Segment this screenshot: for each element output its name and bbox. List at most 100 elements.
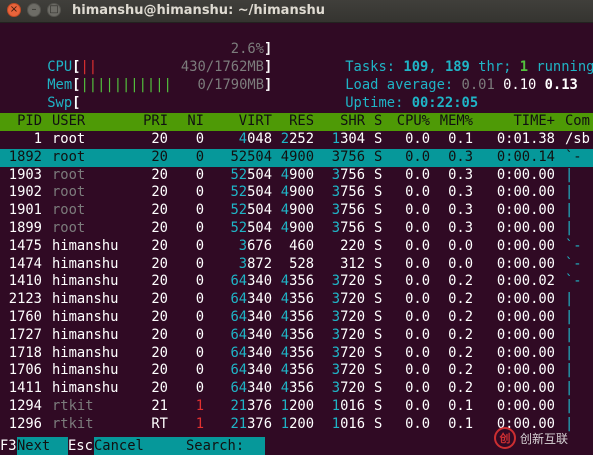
mem-meter-value: 430/1762MB	[180, 59, 264, 75]
process-pid: 1727	[9, 327, 42, 345]
process-priority: 20	[151, 291, 168, 309]
process-nice: 1	[196, 416, 204, 434]
column-header-virt[interactable]: VIRT	[239, 113, 272, 131]
process-time: 0:00.00	[497, 362, 555, 380]
watermark-logo-icon: 创	[494, 427, 516, 449]
process-virt: 64340	[230, 273, 272, 291]
column-header-shr[interactable]: SHR	[340, 113, 365, 131]
shr-low-digits: 720	[340, 362, 365, 379]
process-priority: 21	[151, 398, 168, 416]
process-table-header[interactable]: PID USER PRI NI VIRT RES SHR S CPU% MEM% TIME+ Com	[0, 113, 593, 131]
virt-low-digits: 340	[247, 291, 272, 308]
state-text: S	[374, 309, 383, 325]
priority-text: 20	[151, 148, 168, 165]
column-header-mem[interactable]: MEM%	[440, 113, 473, 131]
process-state: S	[374, 416, 382, 434]
process-row[interactable]: 2123 himanshu 20 0 64340 4356 3720 S 0.0 0.2 0:00.…	[0, 291, 593, 309]
htop-terminal[interactable]: CPU[|| 2.6% ] Mem[||||||||||| 430/1762MB…	[0, 23, 593, 455]
user-text: himanshu	[52, 291, 119, 308]
process-shr: 3756	[332, 220, 365, 238]
process-row[interactable]: 1294 rtkit 21 1 21376 1200 1016 S 0.0 0.1 0:00.00 |	[0, 398, 593, 416]
process-mem: 0.3	[448, 167, 473, 185]
process-row[interactable]: 1901 root 20 0 52504 4900 3756 S 0.0 0.3 0:00.00 |	[0, 202, 593, 220]
mem-text: 0.2	[448, 291, 473, 308]
process-row[interactable]: 1902 root 20 0 52504 4900 3756 S 0.0 0.3 0:00.00 |	[0, 184, 593, 202]
process-time: 0:00.00	[497, 238, 555, 256]
pid-text: 1294	[8, 398, 42, 414]
f3-key[interactable]: F3	[0, 437, 17, 455]
process-row[interactable]: 1410 himanshu 20 0 64340 4356 3720 S 0.0 0.2 0:00.…	[0, 273, 593, 291]
process-row[interactable]: 1718 himanshu 20 0 64340 4356 3720 S 0.0 0.2 0:00.…	[0, 345, 593, 363]
column-header-pid[interactable]: PID	[17, 113, 42, 131]
virt-high-digits: 64	[230, 344, 248, 361]
nice-text: 0	[195, 202, 204, 219]
process-state: S	[374, 238, 382, 256]
state-text: S	[374, 131, 383, 147]
window-maximize-button[interactable]: □	[47, 3, 61, 17]
process-priority: RT	[151, 416, 168, 434]
shr-high-digits: 3	[331, 326, 341, 343]
state-text: S	[374, 255, 383, 272]
process-state: S	[374, 398, 382, 416]
column-header-s[interactable]: S	[374, 113, 382, 131]
virt-low-digits: 340	[247, 326, 272, 343]
column-header-user[interactable]: USER	[52, 113, 85, 131]
process-command: `-	[565, 238, 582, 256]
column-header-cpu[interactable]: CPU%	[397, 113, 430, 131]
process-row[interactable]: 1899 root 20 0 52504 4900 3756 S 0.0 0.3 0:00.00 |	[0, 220, 593, 238]
column-header-time[interactable]: TIME+	[513, 113, 555, 131]
next-button[interactable]: Next	[17, 437, 50, 455]
process-row[interactable]: 1727 himanshu 20 0 64340 4356 3720 S 0.0 0.2 0:00.…	[0, 327, 593, 345]
column-header-cmd[interactable]: Com	[565, 113, 590, 131]
process-state: S	[374, 380, 382, 398]
process-pid: 1892	[9, 149, 42, 167]
process-row[interactable]: 1903 root 20 0 52504 4900 3756 S 0.0 0.3 0:00.00 |	[0, 167, 593, 185]
process-row[interactable]: 1706 himanshu 20 0 64340 4356 3720 S 0.0 0.2 0:00.…	[0, 362, 593, 380]
command-text: |	[565, 362, 574, 379]
column-header-ni[interactable]: NI	[187, 113, 204, 131]
priority-text: 20	[151, 309, 168, 325]
process-user: rtkit	[52, 416, 94, 434]
window-minimize-button[interactable]: –	[27, 3, 41, 17]
column-header-pri[interactable]: PRI	[143, 113, 168, 131]
virt-high-digits: 52	[230, 166, 248, 183]
res-high-digits: 4	[280, 291, 290, 308]
process-row[interactable]: 1760 himanshu 20 0 64340 4356 3720 S 0.0 0.2 0:00.…	[0, 309, 593, 327]
process-shr: 220	[340, 238, 365, 256]
process-row[interactable]: 1411 himanshu 20 0 64340 4356 3720 S 0.0 0.2 0:00.…	[0, 380, 593, 398]
process-row[interactable]: 1892 root 20 0 52504 4900 3756 S 0.0 0.3 0:00.14 `-	[0, 148, 593, 167]
state-text: S	[374, 291, 383, 308]
process-mem: 0.2	[448, 362, 473, 380]
uptime-label: Uptime:	[345, 94, 412, 111]
process-user: root	[52, 149, 85, 167]
process-nice: 0	[196, 202, 204, 220]
process-nice: 0	[196, 238, 204, 256]
process-time: 0:00.00	[497, 327, 555, 345]
window-close-button[interactable]: ×	[7, 3, 21, 17]
process-state: S	[374, 220, 382, 238]
process-row[interactable]: 1475 himanshu 20 0 3676 460 220 S 0.0 0.0 0:00.00 `…	[0, 238, 593, 256]
process-time: 0:00.14	[497, 149, 555, 167]
process-mem: 0.2	[448, 380, 473, 398]
shr-high-digits: 3	[331, 309, 341, 325]
esc-key[interactable]: Esc	[68, 437, 94, 455]
column-header-res[interactable]: RES	[289, 113, 314, 131]
user-text: root	[52, 166, 86, 183]
process-row[interactable]: 1474 himanshu 20 0 3872 528 312 S 0.0 0.0 0:00.00 `…	[0, 256, 593, 274]
cancel-button[interactable]: Cancel	[94, 437, 144, 455]
process-shr: 3720	[332, 291, 365, 309]
process-pid: 1474	[9, 256, 42, 274]
process-mem: 0.2	[448, 273, 473, 291]
search-label: Search:	[186, 438, 253, 454]
process-row[interactable]: 1 root 20 0 4048 2252 1304 S 0.0 0.1 0:01.38/sb	[0, 131, 593, 149]
process-mem: 0.1	[448, 398, 473, 416]
process-pid: 1760	[9, 309, 42, 327]
process-priority: 20	[151, 149, 168, 167]
process-cpu: 0.0	[405, 416, 430, 434]
process-shr: 3720	[332, 327, 365, 345]
command-text: |	[565, 326, 574, 343]
time-text: 0:00.00	[496, 202, 555, 219]
virt-low-digits: 504	[247, 148, 272, 165]
process-nice: 0	[196, 291, 204, 309]
process-user: himanshu	[52, 238, 118, 256]
